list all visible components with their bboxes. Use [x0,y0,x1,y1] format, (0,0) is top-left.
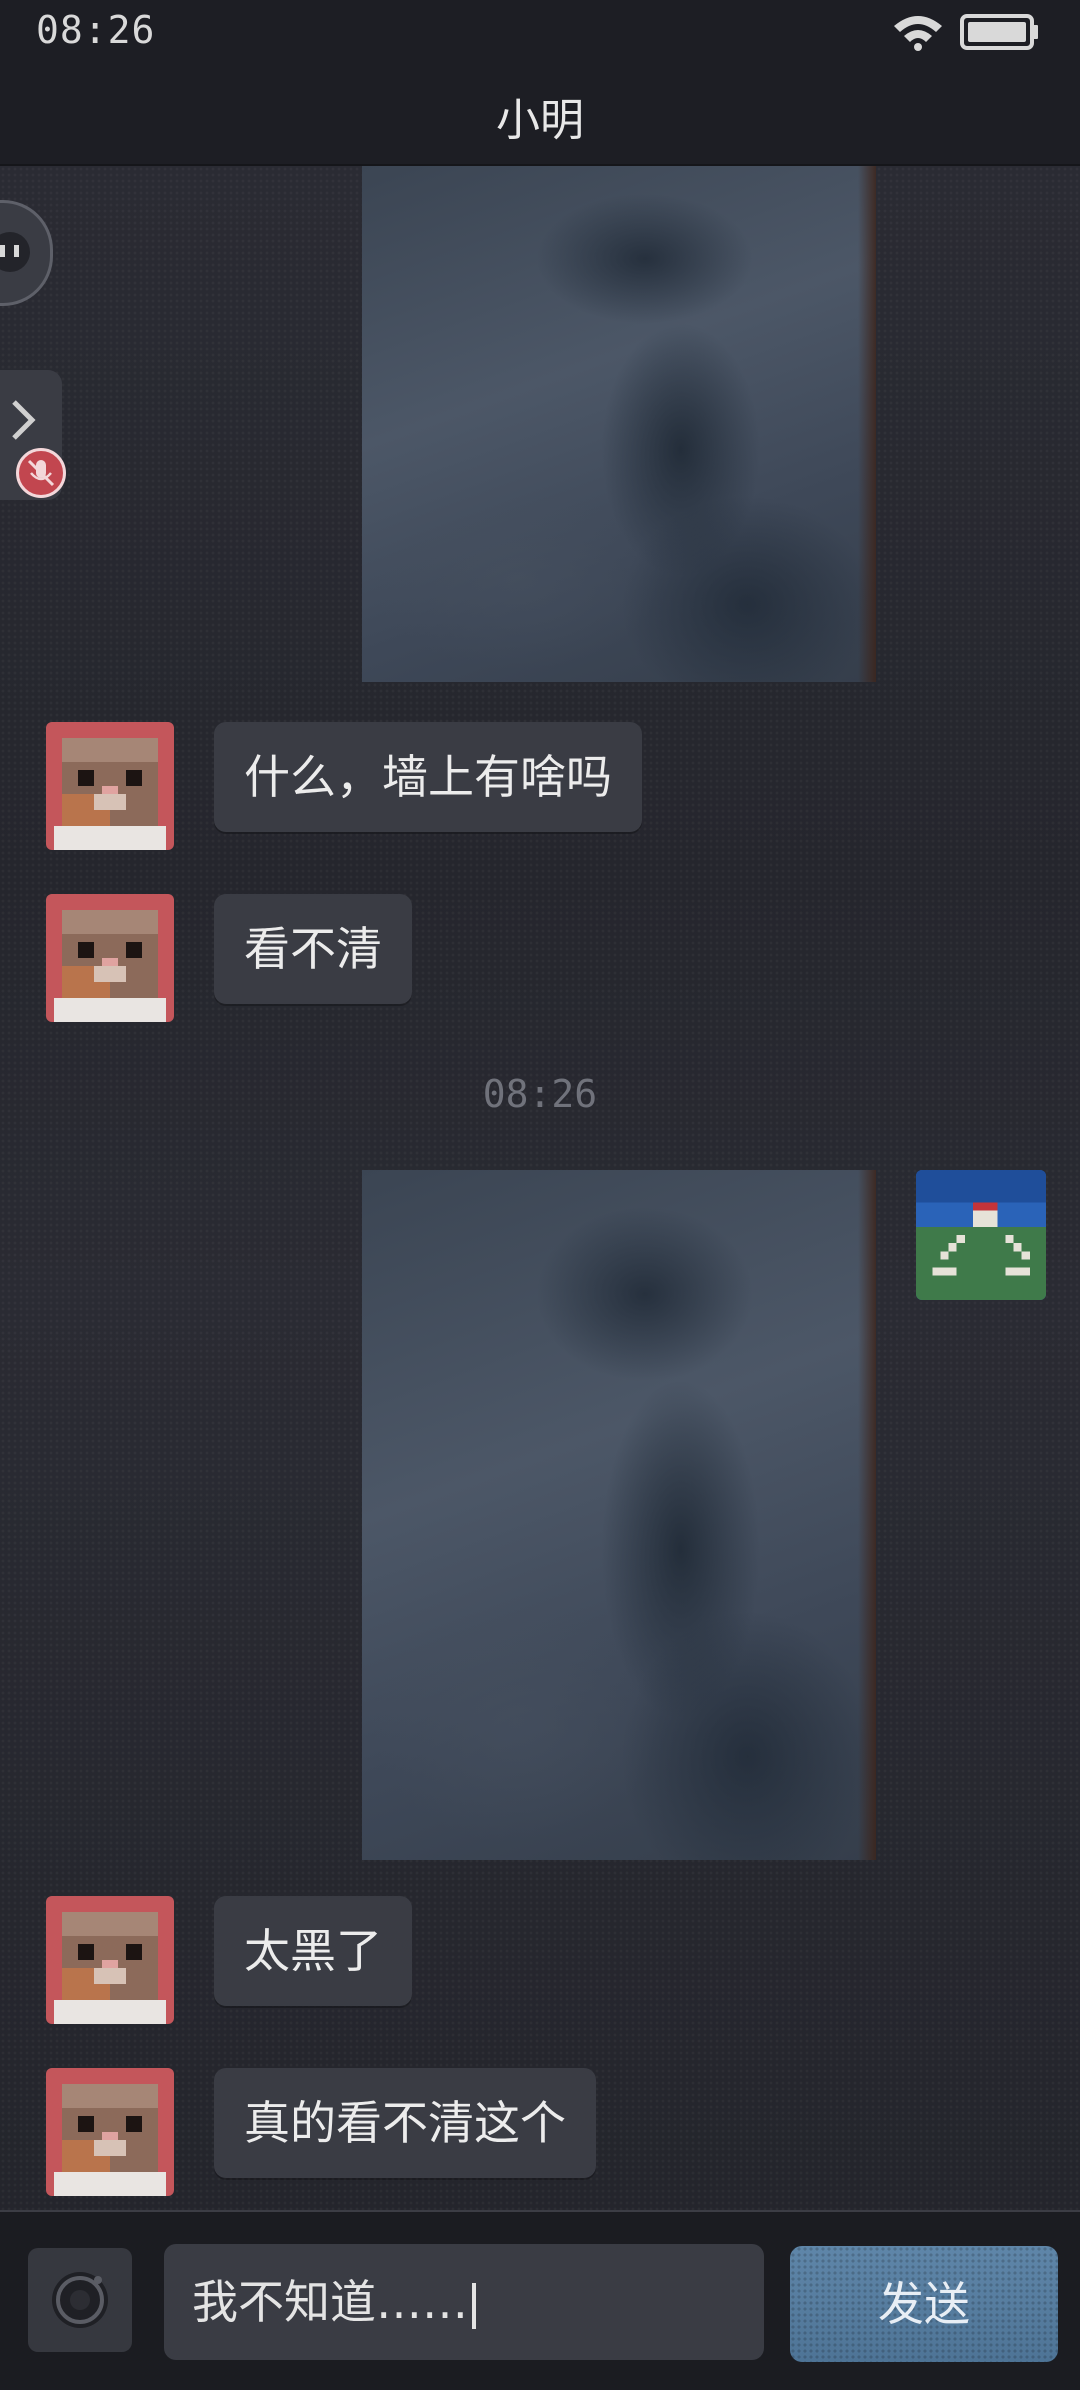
message-input[interactable]: 我不知道…… [164,2244,764,2360]
status-time: 08:26 [36,8,156,52]
contact-avatar[interactable] [46,1896,174,2024]
battery-icon [960,14,1038,50]
robot-face-icon [0,232,30,272]
text-cursor [472,2282,476,2329]
photo-edge [858,166,876,682]
send-button[interactable]: 发送 [790,2246,1058,2362]
chevron-right-icon[interactable] [8,398,38,442]
camera-button[interactable] [28,2248,132,2352]
contact-avatar[interactable] [46,2068,174,2196]
message-bubble[interactable]: 什么，墙上有啥吗 [214,722,642,832]
wifi-icon [894,16,942,51]
photo-edge [858,1170,876,1860]
message-bubble[interactable]: 真的看不清这个 [214,2068,596,2178]
pixel-cat-avatar [46,2068,174,2196]
floating-assistant-button[interactable] [0,200,53,306]
input-bar: 我不知道…… 发送 [0,2210,1080,2390]
contact-avatar[interactable] [46,722,174,850]
message-input-text: 我不知道…… [192,2275,468,2329]
pixel-cat-avatar [46,722,174,850]
message-bubble[interactable]: 太黑了 [214,1896,412,2006]
sent-photo[interactable] [362,1170,876,1860]
contact-avatar[interactable] [46,894,174,1022]
title-bar: 小明 [0,64,1080,166]
message-timestamp: 08:26 [482,1072,598,1116]
camera-icon [52,2272,108,2328]
my-avatar[interactable] [916,1170,1046,1300]
pixel-cat-avatar [46,1896,174,2024]
chat-title: 小明 [496,95,584,146]
chat-area[interactable]: 什么，墙上有啥吗 看不清 08:26 太黑了 真的看不清这个 [0,166,1080,2210]
status-bar: 08:26 [0,0,1080,64]
pixel-landscape-avatar [916,1170,1046,1300]
received-photo[interactable] [362,166,876,682]
message-bubble[interactable]: 看不清 [214,894,412,1004]
mic-off-icon[interactable] [16,448,66,498]
pixel-cat-avatar [46,894,174,1022]
